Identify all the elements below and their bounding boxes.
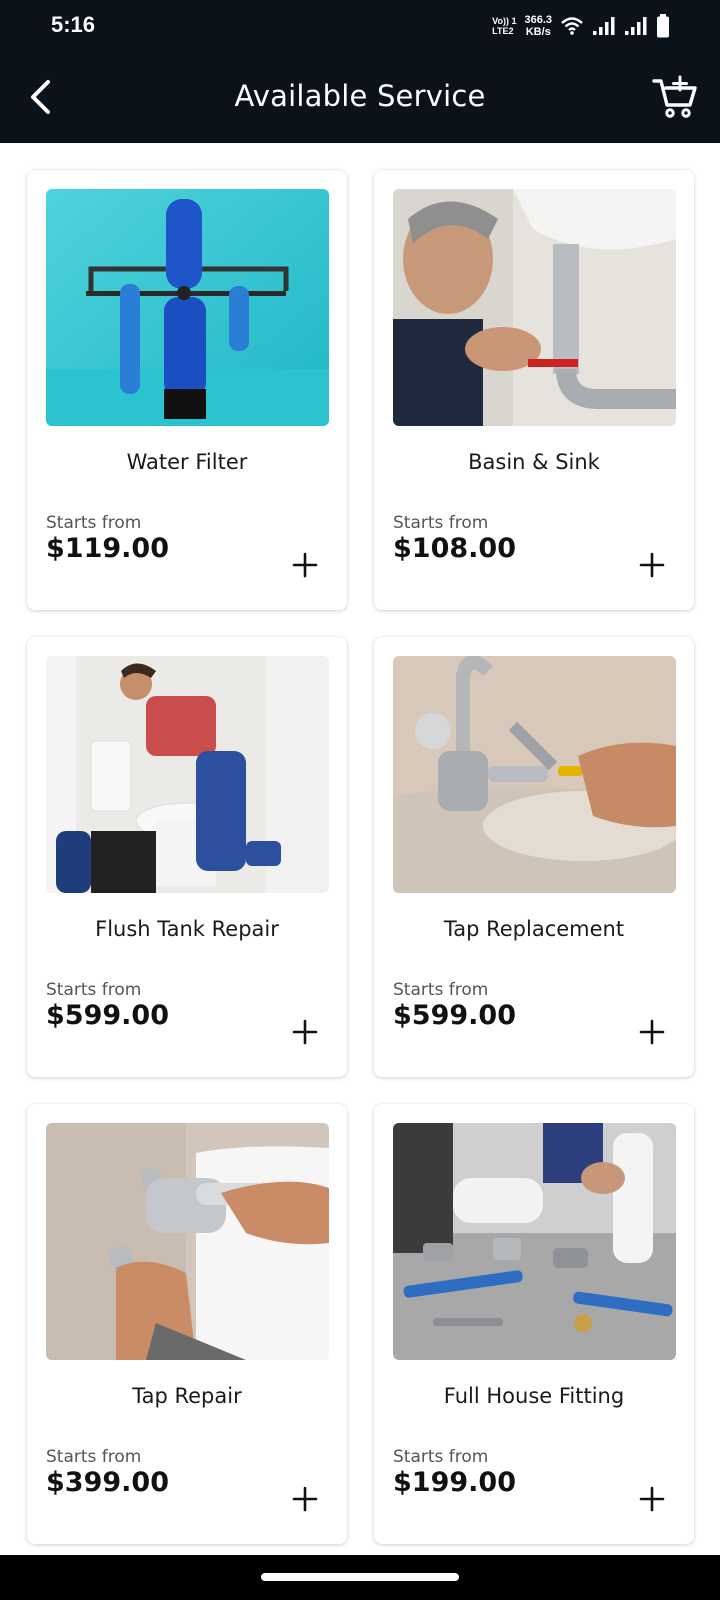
status-icons: Vo)) 1 LTE2 366.3 KB/s: [492, 11, 670, 41]
service-card-tap-replacement[interactable]: Tap Replacement Starts from $599.00: [374, 637, 694, 1077]
service-price: $119.00: [46, 533, 169, 564]
service-price: $599.00: [393, 1000, 516, 1031]
service-grid: Water Filter Starts from $119.00 Basin &…: [27, 170, 694, 1544]
app-bar: Available Service: [0, 51, 720, 143]
service-card-flush-tank-repair[interactable]: Flush Tank Repair Starts from $599.00: [27, 637, 347, 1077]
service-image-full-house-fitting: [393, 1123, 676, 1360]
service-image-tap-replacement: [393, 656, 676, 893]
status-time: 5:16: [51, 12, 96, 37]
service-card-full-house-fitting[interactable]: Full House Fitting Starts from $199.00: [374, 1104, 694, 1544]
network-speed: 366.3 KB/s: [524, 14, 552, 38]
lte-label: LTE2: [492, 26, 514, 36]
battery-icon: [657, 14, 669, 38]
service-name: Tap Repair: [132, 1384, 242, 1408]
service-image-water-filter: [46, 189, 329, 426]
add-to-cart-button[interactable]: [637, 1017, 667, 1047]
starts-from-label: Starts from: [393, 513, 489, 533]
service-card-basin-sink[interactable]: Basin & Sink Starts from $108.00: [374, 170, 694, 610]
starts-from-label: Starts from: [393, 1447, 489, 1467]
service-price: $599.00: [46, 1000, 169, 1031]
service-name: Flush Tank Repair: [95, 917, 279, 941]
add-to-cart-button[interactable]: [637, 1484, 667, 1514]
add-to-cart-button[interactable]: [290, 550, 320, 580]
plus-icon: [292, 1486, 318, 1512]
page-title: Available Service: [234, 79, 486, 113]
add-to-cart-button[interactable]: [637, 550, 667, 580]
service-name: Tap Replacement: [443, 917, 625, 941]
plus-icon: [292, 1019, 318, 1045]
starts-from-label: Starts from: [393, 980, 489, 1000]
network-speed-value: 366.3: [524, 14, 552, 26]
signal-2-icon: [625, 17, 647, 35]
plus-icon: [292, 552, 318, 578]
service-image-flush-tank-repair: [46, 656, 329, 893]
plus-icon: [639, 552, 665, 578]
volte-indicator: Vo)) 1 LTE2: [492, 16, 516, 36]
service-image-basin-sink: [393, 189, 676, 426]
system-nav-bar: [0, 1555, 720, 1600]
cart-button[interactable]: [652, 75, 698, 119]
service-name: Basin & Sink: [468, 450, 600, 474]
plus-icon: [639, 1486, 665, 1512]
service-image-tap-repair: [46, 1123, 329, 1360]
service-card-tap-repair[interactable]: Tap Repair Starts from $399.00: [27, 1104, 347, 1544]
plus-icon: [639, 1019, 665, 1045]
add-to-cart-button[interactable]: [290, 1484, 320, 1514]
service-name: Full House Fitting: [443, 1384, 625, 1408]
volte-label: Vo)) 1: [492, 16, 517, 26]
starts-from-label: Starts from: [46, 513, 142, 533]
starts-from-label: Starts from: [46, 1447, 142, 1467]
signal-1-icon: [593, 17, 615, 35]
service-price: $108.00: [393, 533, 516, 564]
cart-add-icon: [652, 75, 697, 118]
service-name: Water Filter: [126, 450, 248, 474]
status-bar: 5:16 Vo)) 1 LTE2 366.3 KB/s: [0, 0, 720, 51]
network-speed-unit: KB/s: [525, 26, 551, 38]
home-indicator[interactable]: [261, 1573, 459, 1581]
service-card-water-filter[interactable]: Water Filter Starts from $119.00: [27, 170, 347, 610]
add-to-cart-button[interactable]: [290, 1017, 320, 1047]
wifi-icon: [561, 17, 583, 35]
service-price: $199.00: [393, 1467, 516, 1498]
starts-from-label: Starts from: [46, 980, 142, 1000]
service-price: $399.00: [46, 1467, 169, 1498]
